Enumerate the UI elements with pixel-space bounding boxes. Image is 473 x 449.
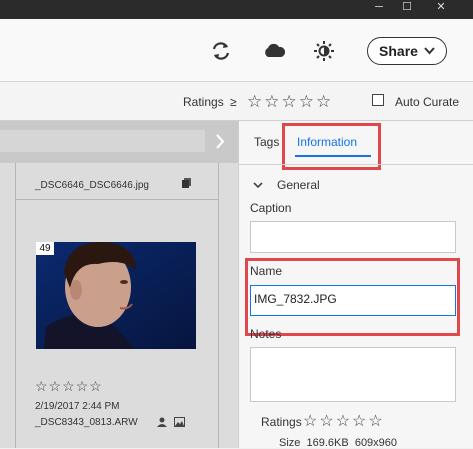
sync-button[interactable] [210, 40, 232, 67]
scroll-right-button[interactable] [207, 131, 238, 152]
star-icon[interactable]: ☆ [89, 378, 102, 395]
photo-date: 2/19/2017 2:44 PM [35, 401, 120, 412]
cloud-button[interactable] [262, 42, 286, 63]
star-icon[interactable]: ☆ [316, 93, 331, 110]
person-icon [157, 417, 167, 427]
chevron-right-icon [216, 134, 225, 149]
star-icon[interactable]: ☆ [247, 93, 262, 110]
image-icon [174, 417, 185, 427]
auto-curate-checkbox[interactable] [372, 94, 384, 106]
star-icon[interactable]: ☆ [368, 413, 382, 430]
star-icon[interactable]: ☆ [49, 378, 62, 395]
star-icon[interactable]: ☆ [299, 93, 314, 110]
star-icon[interactable]: ☆ [303, 413, 317, 430]
chevron-down-icon [424, 47, 435, 55]
general-section-header[interactable]: General [253, 178, 320, 192]
share-button[interactable]: Share [367, 37, 447, 65]
star-icon[interactable]: ☆ [282, 93, 297, 110]
close-icon: ✕ [436, 1, 446, 13]
photo-filename: _DSC8343_0813.ARW [35, 417, 138, 428]
notes-label: Notes [250, 327, 282, 341]
notes-field[interactable] [250, 347, 456, 402]
star-icon[interactable]: ☆ [336, 413, 350, 430]
sync-icon [212, 42, 230, 60]
auto-curate-label: Auto Curate [395, 95, 460, 109]
photo-grid: _DSC6646_DSC6646.jpg 49 ☆ ☆ ☆ ☆ ☆ 2/19/2… [0, 121, 238, 448]
star-icon[interactable]: ☆ [319, 413, 333, 430]
star-icon[interactable]: ☆ [62, 378, 75, 395]
star-icon[interactable]: ☆ [35, 378, 48, 395]
ratings-filter-stars[interactable]: ☆ ☆ ☆ ☆ ☆ [247, 93, 331, 110]
photo-filename: _DSC6646_DSC6646.jpg [35, 180, 149, 191]
tabs-divider [238, 164, 473, 165]
caption-field[interactable] [250, 221, 456, 253]
portrait-photo [36, 242, 196, 349]
ratings-filter-label: Ratings [183, 95, 224, 109]
general-section-title: General [277, 178, 320, 192]
brightness-button[interactable] [313, 40, 335, 67]
photo-rating-stars[interactable]: ☆ ☆ ☆ ☆ ☆ [35, 378, 102, 395]
window-title-bar: ─ ☐ ✕ [0, 0, 473, 19]
star-icon[interactable]: ☆ [264, 93, 279, 110]
chevron-down-icon [253, 181, 263, 188]
maximize-button[interactable]: ☐ [396, 0, 418, 16]
star-icon[interactable]: ☆ [76, 378, 89, 395]
size-info: Size 169.6KB 609x960 [279, 437, 398, 449]
stack-icon [182, 178, 191, 188]
info-ratings-label: Ratings [261, 415, 302, 429]
grid-cell[interactable]: 49 ☆ ☆ ☆ ☆ ☆ 2/19/2017 2:44 PM _DSC8343_… [16, 200, 218, 448]
grid-search-bar[interactable] [0, 130, 205, 152]
brightness-icon [314, 41, 334, 61]
minimize-icon: ─ [375, 1, 383, 13]
info-ratings-stars[interactable]: ☆ ☆ ☆ ☆ ☆ [303, 413, 383, 430]
photo-index-badge: 49 [36, 242, 54, 255]
highlight-box-information-tab [282, 123, 381, 170]
grid-cell[interactable]: _DSC6646_DSC6646.jpg [16, 163, 218, 199]
highlight-box-name-field [245, 258, 460, 336]
maximize-icon: ☐ [402, 1, 412, 13]
photo-thumbnail[interactable] [36, 242, 196, 349]
ratings-operator[interactable]: ≥ [230, 95, 237, 109]
tab-tags[interactable]: Tags [254, 135, 279, 149]
close-button[interactable]: ✕ [430, 0, 452, 16]
grid-divider [218, 163, 219, 448]
share-label: Share [379, 43, 418, 59]
star-icon[interactable]: ☆ [352, 413, 366, 430]
caption-label: Caption [250, 201, 292, 215]
minimize-button[interactable]: ─ [368, 0, 390, 16]
cloud-icon [265, 43, 286, 57]
